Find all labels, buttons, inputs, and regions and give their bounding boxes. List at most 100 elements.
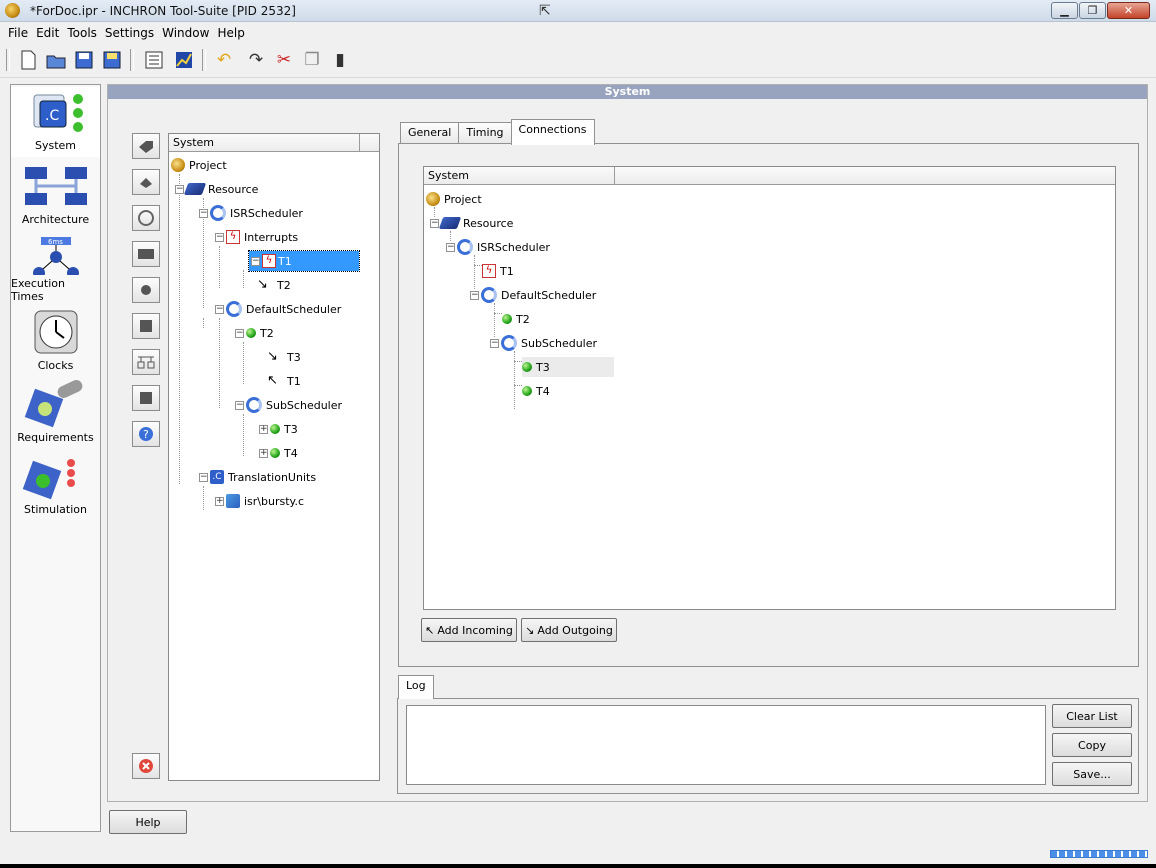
save-all-icon[interactable] [100,48,124,72]
open-folder-icon[interactable] [44,48,68,72]
menu-settings[interactable]: Settings [105,26,154,40]
conn-node-subscheduler[interactable]: − SubScheduler [490,333,599,353]
add-hierarchy-button[interactable] [132,349,160,375]
conn-node-project[interactable]: Project [426,189,484,209]
collapse-toggle[interactable]: − [446,242,455,252]
conn-node-t3[interactable]: T3 [522,357,614,377]
tree-node-t2[interactable]: − T2 [235,323,276,343]
menu-tools[interactable]: Tools [67,26,97,40]
tree-node-t1-interrupt[interactable]: − ϟ T1 [248,250,360,272]
nav-architecture[interactable]: Architecture [11,161,100,231]
tree-node-file[interactable]: + isr\bursty.c [215,491,306,511]
tree-node-subscheduler[interactable]: − SubScheduler [235,395,344,415]
help-tool-button[interactable]: ? [132,421,160,447]
cut-icon[interactable]: ✂ [272,48,296,72]
nav-stimulation[interactable]: Stimulation [11,451,100,521]
tree-column-header[interactable]: System [169,134,379,152]
tree-column-header[interactable]: System [424,167,1115,185]
save-log-button[interactable]: Save... [1052,762,1132,786]
add-scheduler-button[interactable] [132,205,160,231]
log-panel: Clear List Copy Save... [397,698,1139,794]
conn-node-defaultscheduler[interactable]: − DefaultScheduler [470,285,598,305]
tree-node-translationunits[interactable]: − .C TranslationUnits [199,467,318,487]
collapse-toggle[interactable]: − [175,184,184,194]
clear-list-button[interactable]: Clear List [1052,704,1132,728]
paste-icon[interactable]: ▮ [328,48,352,72]
collapse-toggle[interactable]: − [251,256,260,266]
conn-node-resource[interactable]: − Resource [430,213,515,233]
tree-node-t1-connection[interactable]: ↖ T1 [267,371,303,391]
conn-node-t4[interactable]: T4 [522,381,552,401]
menu-help[interactable]: Help [217,26,244,40]
nav-requirements[interactable]: Requirements [11,379,100,449]
collapse-toggle[interactable]: − [215,232,224,242]
tab-timing[interactable]: Timing [458,122,512,144]
add-square-button[interactable] [132,313,160,339]
collapse-toggle[interactable]: − [199,472,208,482]
maximize-button[interactable]: ❐ [1079,2,1106,19]
menu-file[interactable]: File [8,26,28,40]
execution-times-icon: 6ms [32,237,79,275]
tree-node-t4[interactable]: + T4 [259,443,300,463]
add-incoming-button[interactable]: ↖ Add Incoming [421,618,517,642]
add-diamond-button[interactable] [132,169,160,195]
nav-clocks[interactable]: Clocks [11,307,100,377]
properties-icon[interactable] [142,48,166,72]
menu-window[interactable]: Window [162,26,209,40]
conn-node-isrscheduler[interactable]: − ISRScheduler [446,237,552,257]
requirements-icon [24,380,82,428]
new-document-icon[interactable] [16,48,40,72]
add-tag-button[interactable] [132,133,160,159]
undo-icon[interactable]: ↶ [212,48,236,72]
tab-general[interactable]: General [400,122,460,144]
help-button[interactable]: Help [109,810,187,834]
nav-system[interactable]: .C System [11,87,100,157]
add-outgoing-button[interactable]: ↘ Add Outgoing [521,618,617,642]
conn-node-t1[interactable]: ϟ T1 [482,261,516,281]
save-icon[interactable] [72,48,96,72]
copy-icon[interactable]: ❐ [300,48,324,72]
c-file-icon: .C [210,470,224,484]
menu-edit[interactable]: Edit [36,26,59,40]
collapse-toggle[interactable]: − [470,290,479,300]
collapse-toggle[interactable]: − [430,218,439,228]
architecture-icon [24,167,87,205]
add-rectangle-button[interactable] [132,241,160,267]
connections-tree[interactable]: System Project − Resource − ISRScheduler ϟ… [423,166,1116,610]
collapse-toggle[interactable]: − [490,338,499,348]
nav-label: Execution Times [11,277,65,303]
collapse-toggle[interactable]: − [235,400,244,410]
tab-connections[interactable]: Connections [510,119,595,145]
copy-log-button[interactable]: Copy [1052,733,1132,757]
tree-node-isrscheduler[interactable]: − ISRScheduler [199,203,305,223]
log-output[interactable] [406,705,1046,785]
tree-node-t3-connection[interactable]: ↘ T3 [267,347,303,367]
close-button[interactable]: ✕ [1107,2,1150,19]
delete-button[interactable] [132,753,160,779]
expand-toggle[interactable]: + [259,424,268,434]
tree-node-t2-connection[interactable]: ↘ T2 [257,275,293,295]
expand-toggle[interactable]: + [259,448,268,458]
system-tree[interactable]: System Project − Resource − ISRScheduler −… [168,133,380,781]
minimize-button[interactable]: ▁ [1051,2,1078,19]
add-circle-button[interactable] [132,277,160,303]
tree-node-resource[interactable]: − Resource [175,179,260,199]
tree-node-project[interactable]: Project [171,155,229,175]
tab-log[interactable]: Log [398,675,434,699]
tree-node-interrupts[interactable]: − ϟ Interrupts [215,227,300,247]
task-icon [502,314,512,324]
chart-icon[interactable] [172,48,196,72]
tree-node-t3[interactable]: + T3 [259,419,300,439]
collapse-toggle[interactable]: − [215,304,224,314]
scheduler-icon [481,287,497,303]
collapse-toggle[interactable]: − [235,328,244,338]
nav-execution-times[interactable]: 6ms Execution Times [11,233,100,303]
conn-node-t2[interactable]: T2 [502,309,532,329]
window-title: *ForDoc.ipr - INCHRON Tool-Suite [PID 25… [30,4,296,18]
redo-icon[interactable]: ↷ [244,48,268,72]
property-tabs: General Timing Connections [400,119,595,145]
collapse-toggle[interactable]: − [199,208,208,218]
expand-toggle[interactable]: + [215,496,224,506]
add-block-button[interactable] [132,385,160,411]
tree-node-defaultscheduler[interactable]: − DefaultScheduler [215,299,343,319]
